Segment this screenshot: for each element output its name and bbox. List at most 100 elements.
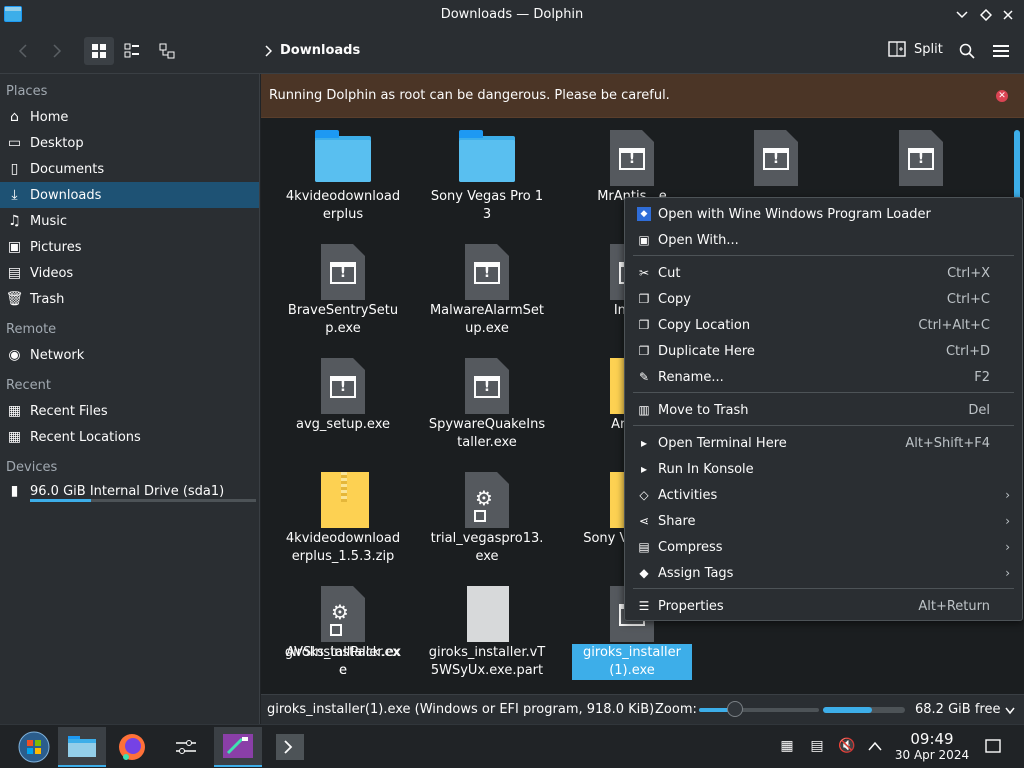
app-launcher-icon — [223, 734, 253, 758]
breadcrumb[interactable]: Downloads — [264, 43, 360, 58]
menu-item-open-terminal-here[interactable]: ▸ Open Terminal Here Alt+Shift+F4 — [625, 430, 1022, 456]
terminal-icon — [276, 734, 304, 760]
firefox-icon — [119, 734, 145, 760]
trash-icon: ▥ — [638, 403, 650, 417]
file-item[interactable]: avg_setup.exe — [283, 356, 403, 434]
menu-item-run-in-konsole[interactable]: ▸ Run In Konsole — [625, 456, 1022, 482]
clipboard-tray-icon[interactable]: ▤ — [808, 737, 826, 755]
sidebar-item-videos[interactable]: ▤ Videos — [0, 260, 259, 286]
document-icon: ▯ — [10, 161, 19, 177]
file-name: giroks_installer(1).exe — [572, 644, 692, 680]
chevron-down-icon[interactable] — [1005, 704, 1015, 719]
executable-icon — [746, 128, 806, 188]
details-view-button[interactable] — [152, 37, 182, 65]
sidebar-item-recent-files[interactable]: ▦ Recent Files — [0, 398, 259, 424]
chevron-right-icon — [53, 44, 62, 58]
menu-item-copy-location[interactable]: ❐ Copy Location Ctrl+Alt+C — [625, 312, 1022, 338]
search-button[interactable] — [952, 37, 982, 65]
file-item[interactable]: SpywareQuakeInstaller.exe — [427, 356, 547, 452]
breadcrumb-downloads[interactable]: Downloads — [280, 43, 360, 58]
sidebar-item-recent-locations[interactable]: ▦ Recent Locations — [0, 424, 259, 450]
title-bar[interactable]: Downloads — Dolphin — [0, 0, 1024, 29]
chevron-right-icon: › — [1005, 514, 1010, 528]
scissors-icon: ✂ — [638, 266, 650, 280]
menu-item-share[interactable]: ⋖ Share › — [625, 508, 1022, 534]
taskbar-settings[interactable] — [162, 727, 210, 767]
sidebar-item-pictures[interactable]: ▣ Pictures — [0, 234, 259, 260]
file-item[interactable] — [861, 128, 981, 188]
network-tray-icon[interactable]: ▦ — [778, 737, 796, 755]
zoom-slider-handle[interactable] — [727, 701, 743, 717]
volume-muted-icon[interactable]: 🔇 — [838, 737, 856, 755]
compact-view-button[interactable] — [117, 37, 147, 65]
clock[interactable]: 09:49 30 Apr 2024 — [892, 730, 972, 762]
menu-item-activities[interactable]: ◇ Activities › — [625, 482, 1022, 508]
back-button[interactable] — [8, 37, 38, 65]
menu-item-assign-tags[interactable]: ◆ Assign Tags › — [625, 560, 1022, 586]
menu-item-label: Run In Konsole — [658, 461, 754, 477]
zoom-slider[interactable] — [699, 708, 819, 712]
download-icon: ⤓ — [11, 187, 18, 203]
close-warning-icon[interactable]: ✕ — [996, 90, 1008, 102]
sidebar-item-home[interactable]: ⌂ Home — [0, 104, 259, 130]
sidebar-item-network[interactable]: ◉ Network — [0, 342, 259, 368]
diamond-icon — [980, 9, 992, 21]
hamburger-menu-button[interactable] — [986, 37, 1016, 65]
menu-item-open-with[interactable]: ▣ Open With... — [625, 227, 1022, 253]
recent-files-icon: ▦ — [7, 403, 22, 419]
sidebar-item-downloads[interactable]: ⤓ Downloads — [0, 182, 259, 208]
sidebar-item-trash[interactable]: 🗑 Trash — [0, 286, 259, 312]
free-space-label[interactable]: 68.2 GiB free — [915, 702, 1000, 717]
file-item[interactable]: ⚙ trial_vegaspro13.exe — [427, 470, 547, 566]
folder-icon — [457, 128, 517, 188]
menu-item-open-with-wine-windows-program-loader[interactable]: ◆ Open with Wine Windows Program Loader — [625, 201, 1022, 227]
menu-item-compress[interactable]: ▤ Compress › — [625, 534, 1022, 560]
menu-item-properties[interactable]: ☰ Properties Alt+Return — [625, 593, 1022, 619]
places-panel: Places ⌂ Home ▭ Desktop ▯ Documents ⤓ Downlo… — [0, 74, 260, 724]
maximize-button[interactable] — [976, 5, 996, 25]
menu-item-rename[interactable]: ✎ Rename... F2 — [625, 364, 1022, 390]
activities-icon: ◇ — [639, 488, 649, 502]
terminal-icon: ▸ — [640, 436, 648, 450]
chevron-up-icon[interactable] — [866, 737, 884, 755]
warning-text: Running Dolphin as root can be dangerous… — [269, 88, 670, 103]
menu-item-shortcut: Del — [968, 402, 990, 418]
menu-item-move-to-trash[interactable]: ▥ Move to Trash Del — [625, 397, 1022, 423]
file-item[interactable]: giroks_installer.vT5WSyUx.exe.part — [427, 584, 547, 680]
partial-file-icon — [457, 584, 517, 644]
taskbar-app-active[interactable] — [214, 727, 262, 767]
taskbar-firefox[interactable] — [108, 727, 156, 767]
file-item[interactable]: MalwareAlarmSetup.exe — [427, 242, 547, 338]
file-item[interactable]: Sony Vegas Pro 13 — [427, 128, 547, 224]
menu-item-cut[interactable]: ✂ Cut Ctrl+X — [625, 260, 1022, 286]
taskbar-terminal[interactable] — [266, 727, 314, 767]
show-desktop-icon[interactable] — [984, 737, 1002, 755]
file-item[interactable]: ⚙ giroks_installer.exe — [283, 584, 403, 680]
forward-button[interactable] — [42, 37, 72, 65]
sidebar-item-desktop[interactable]: ▭ Desktop — [0, 130, 259, 156]
start-menu-button[interactable] — [10, 727, 58, 767]
sidebar-item-documents[interactable]: ▯ Documents — [0, 156, 259, 182]
clock-time: 09:49 — [910, 730, 954, 748]
file-item[interactable]: 4kvideodownloaderplus_1.5.3.zip — [283, 470, 403, 566]
disk-usage-bar — [823, 707, 905, 713]
menu-separator — [633, 255, 1014, 256]
menu-item-duplicate-here[interactable]: ❐ Duplicate Here Ctrl+D — [625, 338, 1022, 364]
tag-icon: ◆ — [639, 566, 649, 580]
file-item[interactable]: 4kvideodownloaderplus — [283, 128, 403, 224]
properties-icon: ☰ — [638, 599, 650, 613]
menu-item-copy[interactable]: ❐ Copy Ctrl+C — [625, 286, 1022, 312]
close-button[interactable] — [998, 5, 1018, 25]
file-item[interactable]: MrAntis...e — [572, 128, 692, 206]
file-item[interactable] — [716, 128, 836, 188]
split-button[interactable]: Split — [888, 41, 943, 57]
menu-item-label: Rename... — [658, 369, 724, 385]
file-name: trial_vegaspro13.exe — [430, 531, 544, 564]
taskbar-dolphin[interactable] — [58, 727, 106, 767]
minimize-button[interactable] — [952, 5, 972, 25]
icons-view-button[interactable] — [84, 37, 114, 65]
file-item[interactable]: BraveSentrySetup.exe — [283, 242, 403, 338]
grid-icon — [92, 44, 106, 58]
sidebar-item-music[interactable]: ♫ Music — [0, 208, 259, 234]
chevron-right-icon: › — [1005, 540, 1010, 554]
